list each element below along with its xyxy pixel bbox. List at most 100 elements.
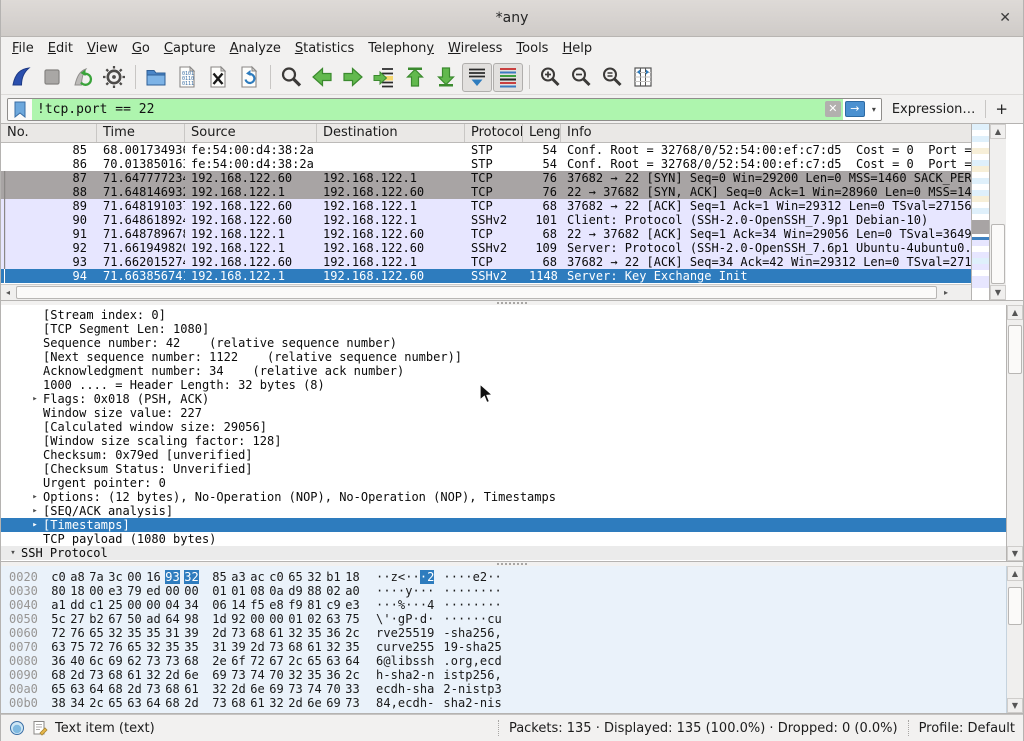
ascii-char[interactable]: - — [405, 682, 412, 696]
ascii-char[interactable]: e — [376, 682, 383, 696]
hex-byte[interactable]: 65 — [307, 654, 322, 668]
ascii-char[interactable]: 4 — [383, 696, 390, 710]
expander-closed-icon[interactable]: ▸ — [27, 490, 43, 504]
details-line[interactable]: ▸[Timestamps] — [1, 518, 1006, 532]
hex-byte[interactable]: e3 — [108, 584, 123, 598]
hex-byte[interactable]: 36 — [326, 626, 341, 640]
ascii-char[interactable]: a — [427, 682, 434, 696]
ascii-char[interactable]: c — [376, 640, 383, 654]
hex-row[interactable]: 0070637572766532353531392d7368613235curv… — [9, 640, 1006, 654]
hex-byte[interactable]: 63 — [127, 696, 142, 710]
column-header-time[interactable]: Time — [97, 124, 185, 142]
hex-byte[interactable]: 81 — [307, 598, 322, 612]
ascii-char[interactable]: % — [398, 598, 405, 612]
hex-byte[interactable]: 2c — [345, 668, 360, 682]
hex-byte[interactable]: a3 — [231, 570, 246, 584]
ascii-char[interactable]: s — [465, 640, 472, 654]
ascii-char[interactable]: - — [473, 696, 480, 710]
ascii-char[interactable]: ' — [383, 612, 390, 626]
hex-byte[interactable]: 01 — [212, 584, 227, 598]
hex-byte[interactable]: 32 — [184, 570, 199, 584]
ascii-char[interactable]: s — [412, 682, 419, 696]
ascii-char[interactable]: . — [443, 654, 450, 668]
hex-byte[interactable]: 73 — [165, 654, 180, 668]
hex-byte[interactable]: ac — [250, 570, 265, 584]
packet-row-86[interactable]: 8670.013850163fe:54:00:d4:38:2aSTP54Conf… — [1, 157, 971, 171]
colorize-button[interactable] — [493, 63, 523, 92]
ascii-char[interactable]: l — [391, 654, 398, 668]
details-line[interactable]: Acknowledgment number: 34 (relative ack … — [1, 364, 1006, 378]
hex-byte[interactable]: 39 — [184, 626, 199, 640]
hex-byte[interactable]: 93 — [165, 570, 180, 584]
hex-byte[interactable]: 2d — [165, 668, 180, 682]
ascii-char[interactable]: i — [465, 682, 472, 696]
details-line[interactable]: TCP payload (1080 bytes) — [1, 532, 1006, 546]
expert-info-icon[interactable] — [9, 720, 25, 736]
ascii-char[interactable]: 2 — [398, 626, 405, 640]
hex-byte[interactable]: 16 — [146, 570, 161, 584]
hex-byte[interactable]: 73 — [231, 668, 246, 682]
column-header-length[interactable]: Length — [523, 124, 561, 142]
hex-byte[interactable]: a0 — [345, 584, 360, 598]
details-line[interactable]: ▸[SEQ/ACK analysis] — [1, 504, 1006, 518]
hex-byte[interactable]: 39 — [231, 640, 246, 654]
vscroll-thumb[interactable] — [991, 224, 1005, 284]
hex-byte[interactable]: 98 — [184, 612, 199, 626]
hscroll-right-arrow[interactable]: ▸ — [939, 285, 953, 300]
ascii-char[interactable]: i — [487, 696, 494, 710]
hex-byte[interactable]: 14 — [231, 598, 246, 612]
ascii-char[interactable]: d — [494, 654, 501, 668]
find-packet-button[interactable] — [276, 63, 306, 92]
ascii-char[interactable]: n — [480, 696, 487, 710]
hex-byte[interactable]: 68 — [165, 696, 180, 710]
stop-capture-button[interactable] — [37, 63, 67, 92]
details-scroll-down-arrow[interactable]: ▼ — [1007, 546, 1023, 561]
zoom-out-button[interactable] — [566, 63, 596, 92]
ascii-char[interactable]: · — [473, 612, 480, 626]
details-line[interactable]: [Next sequence number: 1122 (relative se… — [1, 350, 1006, 364]
ascii-char[interactable]: · — [487, 598, 494, 612]
packet-row-89[interactable]: 8971.648191037192.168.122.60192.168.122.… — [1, 199, 971, 213]
hex-byte[interactable]: 65 — [288, 570, 303, 584]
ascii-char[interactable]: · — [391, 598, 398, 612]
ascii-char[interactable]: h — [458, 626, 465, 640]
hex-byte[interactable]: 6e — [184, 668, 199, 682]
ascii-char[interactable]: 2 — [487, 640, 494, 654]
ascii-char[interactable]: p — [487, 682, 494, 696]
ascii-char[interactable]: · — [494, 570, 501, 584]
menu-statistics[interactable]: Statistics — [288, 38, 361, 59]
ascii-char[interactable]: · — [391, 612, 398, 626]
hex-byte[interactable]: 73 — [288, 682, 303, 696]
ascii-char[interactable]: v — [383, 626, 390, 640]
ascii-char[interactable]: · — [420, 570, 427, 584]
ascii-char[interactable]: t — [458, 668, 465, 682]
hex-byte[interactable]: 00 — [127, 598, 142, 612]
hex-byte[interactable]: 00 — [269, 612, 284, 626]
hex-byte[interactable]: 35 — [184, 640, 199, 654]
hex-byte[interactable]: 88 — [307, 584, 322, 598]
ascii-char[interactable]: b — [405, 654, 412, 668]
go-last-button[interactable] — [431, 63, 461, 92]
ascii-char[interactable]: a — [465, 626, 472, 640]
hex-byte[interactable]: 73 — [146, 654, 161, 668]
hscroll-thumb[interactable] — [16, 286, 937, 299]
hex-byte[interactable]: 2d — [127, 682, 142, 696]
status-profile[interactable]: Profile: Default — [919, 721, 1015, 736]
hex-byte[interactable]: a1 — [51, 598, 66, 612]
hex-byte[interactable]: 6e — [250, 682, 265, 696]
reload-file-button[interactable] — [234, 63, 264, 92]
ascii-char[interactable]: r — [376, 626, 383, 640]
ascii-char[interactable]: h — [398, 682, 405, 696]
hex-byte[interactable]: 2d — [184, 696, 199, 710]
hex-byte[interactable]: 73 — [212, 696, 227, 710]
ascii-char[interactable]: · — [443, 570, 450, 584]
ascii-char[interactable]: r — [458, 654, 465, 668]
hex-row[interactable]: 0090682d736861322d6e697374703235362ch-sh… — [9, 668, 1006, 682]
ascii-char[interactable]: · — [412, 584, 419, 598]
hex-byte[interactable]: 2c — [89, 696, 104, 710]
hex-byte[interactable]: 2e — [212, 654, 227, 668]
hex-row[interactable]: 0040a1ddc125000004340614f5e8f981c9e3···%… — [9, 598, 1006, 612]
hex-row[interactable]: 00505c27b26750ad64981d92000001026375\'·g… — [9, 612, 1006, 626]
details-line[interactable]: ▸SSH Version 2 (encryption:chacha20-poly… — [1, 560, 1006, 561]
hex-byte[interactable]: 36 — [51, 654, 66, 668]
